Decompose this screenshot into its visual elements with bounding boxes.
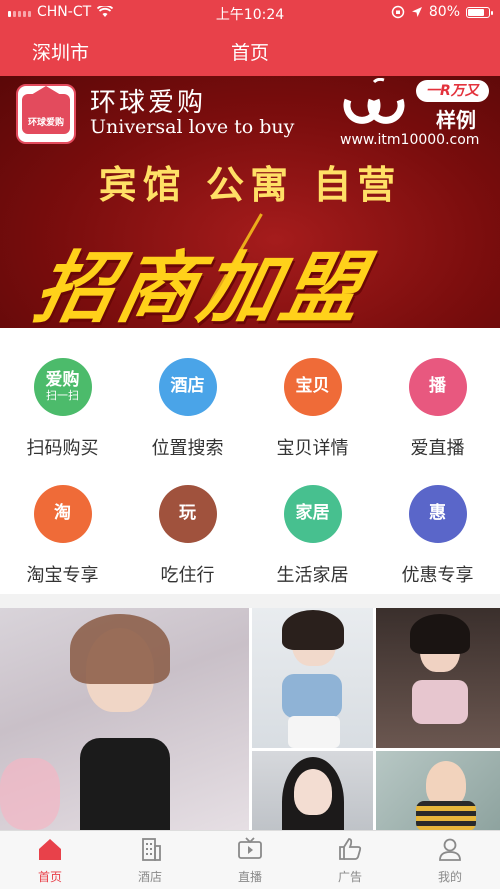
app-header: 深圳市 首页 — [0, 24, 500, 76]
tab-home[interactable]: 首页 — [0, 831, 100, 889]
battery-icon — [466, 6, 493, 18]
home-living-icon: 家居 — [283, 485, 342, 543]
rotation-lock-icon — [391, 5, 405, 19]
location-icon — [411, 7, 422, 17]
menu-icon-text: 淘 — [54, 503, 71, 524]
banner-subheadline: 宾馆 公寓 自营 — [98, 163, 402, 207]
bottom-tab-bar: 首页 酒店 直播 广告 我的 — [0, 830, 500, 889]
menu-item[interactable]: 惠优惠专享 — [375, 485, 500, 587]
watermark-logo-icon — [343, 78, 405, 124]
menu-icon-text: 惠 — [429, 503, 446, 524]
profile-icon — [436, 836, 464, 865]
menu-icon-text: 玩 — [179, 503, 196, 524]
watermark-badge: 一R万又 — [416, 80, 489, 102]
tab-label: 我的 — [437, 869, 462, 884]
thumbs-up-icon — [336, 836, 364, 865]
status-right: 80% — [391, 4, 493, 20]
taobao-icon: 淘 — [33, 485, 92, 543]
menu-item[interactable]: 播爱直播 — [375, 358, 500, 460]
tab-label: 直播 — [237, 869, 262, 884]
tv-icon — [236, 836, 264, 865]
scan-buy-icon: 爱购 扫一扫 — [33, 358, 92, 416]
menu-item-label: 宝贝详情 — [276, 438, 349, 459]
menu-item[interactable]: 爱购 扫一扫 扫码购买 — [0, 358, 125, 460]
watermark-sample: 样例 — [436, 108, 476, 132]
watermark-url: www.itm10000.com — [340, 132, 480, 148]
status-bar: CHN-CT 上午10:24 80% — [0, 0, 500, 24]
photo-card-1[interactable] — [0, 608, 249, 830]
live-photo-grid — [0, 608, 500, 830]
tab-label: 首页 — [37, 869, 62, 884]
photo-card-4[interactable] — [252, 751, 373, 830]
play-icon: 玩 — [158, 485, 217, 543]
photo-card-2[interactable] — [252, 608, 373, 748]
battery-percent: 80% — [428, 4, 460, 20]
promo-banner[interactable]: 环球爱购 环球爱购 Universal love to buy 一R万又 样例 … — [0, 76, 500, 328]
baby-icon: 宝贝 — [283, 358, 342, 416]
menu-icon-subtext: 扫一扫 — [46, 389, 79, 403]
home-icon — [36, 836, 64, 865]
tab-label: 酒店 — [137, 869, 162, 884]
menu-item[interactable]: 淘淘宝专享 — [0, 485, 125, 587]
tab-label: 广告 — [337, 869, 362, 884]
tab-thumbs-up[interactable]: 广告 — [300, 831, 400, 889]
brand-name-en: Universal love to buy — [90, 116, 295, 138]
house-logo-icon: 环球爱购 — [22, 86, 70, 134]
menu-item[interactable]: 家居 生活家居 — [250, 485, 375, 587]
menu-item-label: 扫码购买 — [26, 438, 99, 459]
page-title: 首页 — [230, 42, 269, 64]
menu-icon-text: 酒店 — [170, 376, 205, 397]
menu-item[interactable]: 宝贝 宝贝详情 — [250, 358, 375, 460]
menu-item-label: 位置搜索 — [151, 438, 224, 459]
tab-tv[interactable]: 直播 — [200, 831, 300, 889]
brand-logo: 环球爱购 — [16, 84, 76, 144]
menu-icon-text: 家居 — [295, 503, 330, 524]
banner-headline: 招商加盟 — [26, 244, 375, 328]
menu-item-label: 生活家居 — [276, 565, 349, 586]
menu-icon-text: 播 — [429, 376, 446, 397]
menu-item[interactable]: 酒店 位置搜索 — [125, 358, 250, 460]
menu-item-label: 淘宝专享 — [26, 565, 99, 586]
photo-card-3[interactable] — [376, 608, 500, 748]
menu-icon-text: 宝贝 — [295, 376, 330, 397]
menu-icon-text: 爱购 — [45, 369, 80, 390]
hotel-icon: 酒店 — [158, 358, 217, 416]
photo-card-5[interactable] — [376, 751, 500, 830]
brand-name-cn: 环球爱购 — [90, 88, 207, 118]
live-icon: 播 — [408, 358, 467, 416]
menu-item-label: 吃住行 — [160, 565, 215, 586]
tab-building[interactable]: 酒店 — [100, 831, 200, 889]
menu-item-label: 优惠专享 — [401, 565, 474, 586]
menu-item-label: 爱直播 — [410, 438, 465, 459]
tab-profile[interactable]: 我的 — [400, 831, 500, 889]
building-icon — [136, 836, 164, 865]
menu-item[interactable]: 玩吃住行 — [125, 485, 250, 587]
feature-menu: 爱购 扫一扫 扫码购买 酒店 位置搜索 宝贝 宝贝详情播爱直播淘淘宝专享玩吃住行 家居 生活家居… — [0, 328, 500, 594]
discount-icon: 惠 — [408, 485, 467, 543]
